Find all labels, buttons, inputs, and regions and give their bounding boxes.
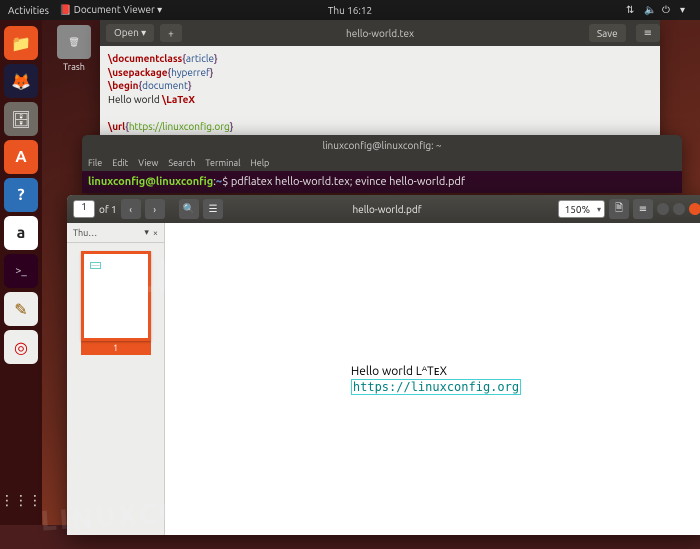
gedit-headerbar: Open ▾ + hello-world.tex Save ≡ [100,20,660,46]
chevron-right-icon: › [153,204,156,215]
trash-bin-icon: 🗑 [57,25,91,59]
network-icon: ⇅ [626,4,638,16]
dock-app-archive[interactable]: 🗄 [4,102,38,136]
terminal-window[interactable]: linuxconfig@linuxconfig: ~ File Edit Vie… [82,135,682,193]
evince-sidebar: Thu… ▾ × —— 1 [67,223,165,535]
annotate-button[interactable]: 🗎 [609,199,629,219]
evince-title: hello-world.pdf [352,204,421,215]
menu-edit[interactable]: Edit [112,158,128,168]
chevron-down-icon: ▾ [144,227,149,238]
dock-app-files[interactable]: 📁 [4,26,38,60]
window-controls [657,203,700,215]
prompt-user: linuxconfig@linuxconfig [88,176,213,188]
evince-window[interactable]: 1 of 1 ‹ › 🔍 ☰ hello-world.pdf 150% 🗎 ≡ [67,195,700,535]
dock-app-evince[interactable]: ◎ [4,330,38,364]
search-icon: 🔍 [183,203,195,215]
dock-app-software[interactable]: A [4,140,38,174]
gedit-title: hello-world.tex [346,28,414,39]
page-count-label: of 1 [99,204,117,215]
activities-button[interactable]: Activities [8,5,49,16]
trash-icon[interactable]: 🗑 Trash [57,25,91,72]
terminal-command: pdflatex hello-world.tex; evince hello-w… [231,176,465,188]
dock: 📁 🦊 🗄 A ? a >_ ✎ ◎ ⋮⋮⋮ [0,20,42,525]
evince-hamburger-button[interactable]: ≡ [633,199,653,219]
evince-document-view[interactable]: Hello world LᴬTᴇX https://linuxconfig.or… [165,223,700,535]
gedit-new-tab-button[interactable]: + [160,24,182,42]
sidebar-mode-select[interactable]: Thu… [73,228,97,238]
gedit-hamburger-button[interactable]: ≡ [636,24,660,42]
gedit-window[interactable]: Open ▾ + hello-world.tex Save ≡ \documen… [100,20,660,153]
menu-file[interactable]: File [88,158,102,168]
maximize-button[interactable] [673,203,685,215]
find-button[interactable]: 🔍 [179,199,199,219]
chevron-left-icon: ‹ [129,204,132,215]
thumbnail-page-1: —— [81,251,151,341]
terminal-title: linuxconfig@linuxconfig: ~ [323,140,442,151]
desktop: 🗑 Trash Open ▾ + hello-world.tex Save ≡ … [42,20,700,525]
terminal-body[interactable]: linuxconfig@linuxconfig:~$ pdflatex hell… [82,171,682,193]
next-page-button[interactable]: › [145,199,165,219]
sidebar-icon: ☰ [209,203,218,215]
speaker-icon: 🔈 [644,4,656,16]
dock-app-terminal[interactable]: >_ [4,254,38,288]
gnome-top-bar: Activities 📕 Document Viewer ▾ Thu 16:12… [0,0,700,20]
menu-search[interactable]: Search [168,158,195,168]
menu-terminal[interactable]: Terminal [205,158,240,168]
thumbnail-caption: 1 [81,341,151,355]
terminal-menubar: File Edit View Search Terminal Help [82,155,682,171]
pdf-text-line: Hello world LᴬTᴇX [351,364,521,378]
dock-app-amazon[interactable]: a [4,216,38,250]
sidebar-close-button[interactable]: × [153,228,158,238]
dock-app-gedit[interactable]: ✎ [4,292,38,326]
page-number-input[interactable]: 1 [73,200,95,218]
zoom-select[interactable]: 150% [558,200,605,218]
trash-label: Trash [57,62,91,72]
terminal-titlebar: linuxconfig@linuxconfig: ~ [82,135,682,155]
chevron-down-icon: ▾ [680,4,692,16]
pdf-content: Hello world LᴬTᴇX https://linuxconfig.or… [351,364,521,395]
menu-help[interactable]: Help [250,158,269,168]
power-icon: ⏻ [662,4,674,16]
dock-app-help[interactable]: ? [4,178,38,212]
dock-app-firefox[interactable]: 🦊 [4,64,38,98]
gedit-save-button[interactable]: Save [589,24,626,42]
note-icon: 🗎 [615,201,623,218]
menu-icon: ≡ [639,203,647,215]
prev-page-button[interactable]: ‹ [121,199,141,219]
gedit-open-button[interactable]: Open ▾ [106,24,154,42]
clock[interactable]: Thu 16:12 [328,5,372,16]
pdf-hyperlink[interactable]: https://linuxconfig.org [351,379,521,395]
menu-view[interactable]: View [138,158,158,168]
minimize-button[interactable] [657,203,669,215]
close-button[interactable] [689,203,700,215]
page-thumbnail[interactable]: —— 1 [81,251,151,355]
app-menu-button[interactable]: 📕 Document Viewer ▾ [59,4,162,16]
show-applications-button[interactable]: ⋮⋮⋮ [4,483,38,517]
evince-headerbar: 1 of 1 ‹ › 🔍 ☰ hello-world.pdf 150% 🗎 ≡ [67,195,700,223]
system-indicators[interactable]: ⇅ 🔈 ⏻ ▾ [626,4,692,16]
sidebar-toggle-button[interactable]: ☰ [203,199,223,219]
